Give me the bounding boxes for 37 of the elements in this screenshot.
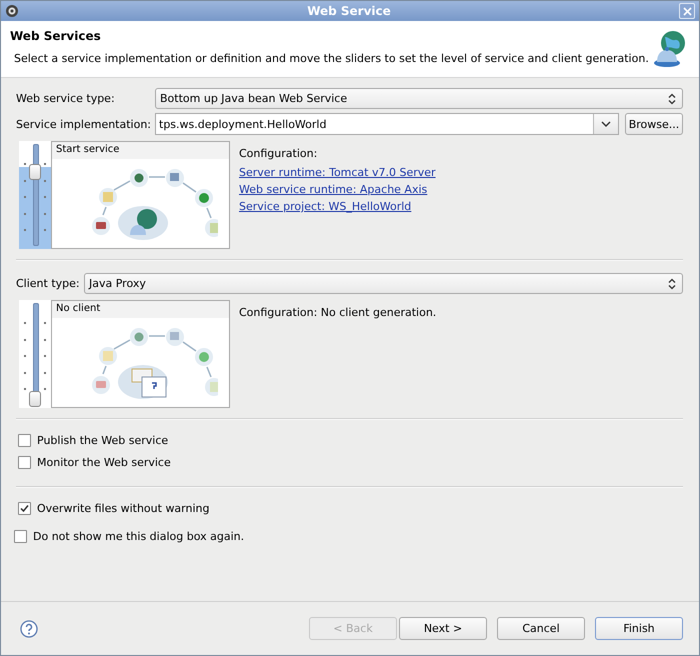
checkbox-label: Publish the Web service [37,434,168,447]
client-type-dropdown[interactable]: Java Proxy [84,273,683,294]
checkbox[interactable] [18,434,31,447]
page-description: Select a service implementation or definition and move the sliders to set the level of service and client generation. [13,52,649,65]
client-level-slider[interactable] [19,300,51,408]
slider-thumb[interactable] [29,164,41,180]
checkbox[interactable] [18,502,31,515]
page-title: Web Services [10,29,102,43]
configuration-link[interactable]: Web service runtime: Apache Axis [239,183,436,196]
checkbox[interactable] [14,530,27,543]
checkbox-label: Monitor the Web service [37,456,171,469]
slider-caption: No client [52,301,229,318]
slider-caption: Start service [52,142,229,159]
spinner-arrows-icon [668,92,676,104]
help-icon[interactable] [20,620,38,638]
service-level-slider[interactable] [19,141,51,249]
checkbox-label: Do not show me this dialog box again. [33,530,244,543]
service-type-dropdown[interactable]: Bottom up Java bean Web Service [155,88,683,109]
window-title: Web Service [306,4,392,18]
slider-thumb[interactable] [29,391,41,407]
configuration-link[interactable]: Server runtime: Tomcat v7.0 Server [239,166,436,179]
configuration-heading: Configuration: [239,147,318,160]
spinner-arrows-icon [668,278,676,290]
field-label: Service implementation: [16,118,151,130]
checkbox[interactable] [18,456,31,469]
field-label: Client type: [16,277,80,290]
dialog-button[interactable]: Next > [399,617,487,640]
service-implementation-field[interactable]: tps.ws.deployment.HelloWorld [155,113,619,135]
dialog-button[interactable]: Finish [595,617,683,640]
close-button[interactable] [679,3,695,19]
configuration-link[interactable]: Service project: WS_HelloWorld [239,200,436,213]
browse-button[interactable]: Browse... [625,113,683,135]
dialog-button[interactable]: Cancel [497,617,585,640]
checkbox-label: Overwrite files without warning [37,502,210,515]
field-label: Web service type: [16,92,116,105]
configuration-text: Configuration: No client generation. [239,306,436,319]
close-icon [682,6,692,16]
